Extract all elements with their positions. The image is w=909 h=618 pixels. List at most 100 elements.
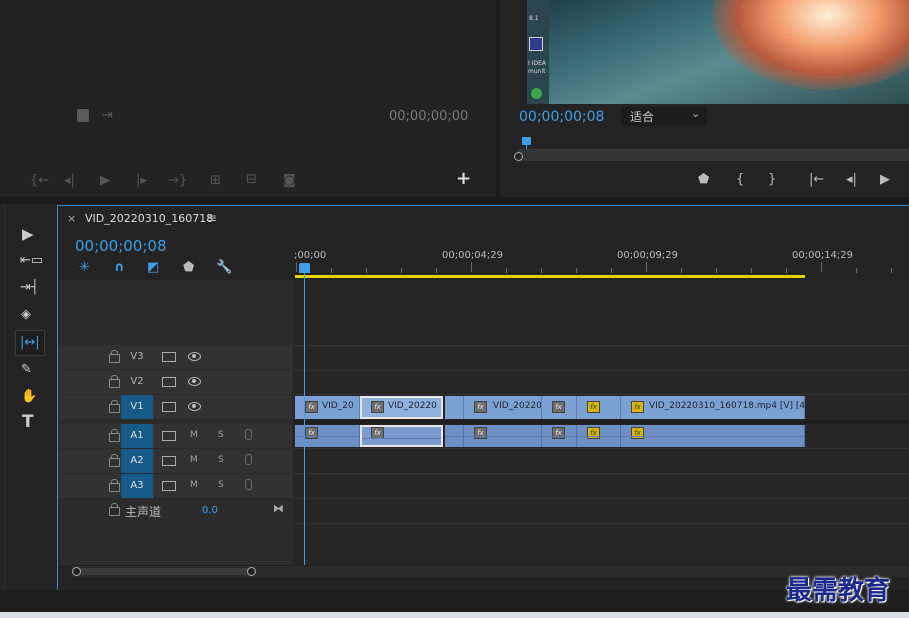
track-target-a3[interactable]: A3 [121,474,153,498]
overwrite-edit-icon[interactable]: ⊟ [246,173,257,187]
camera-icon[interactable]: ◙ [283,174,296,188]
solo-button[interactable]: S [218,430,224,440]
work-area-bar[interactable] [295,275,805,278]
track-target-a1[interactable]: A1 [121,424,153,448]
step-back-icon[interactable]: ◂| [64,174,75,188]
audio-clip[interactable]: fx [464,425,542,447]
lock-icon[interactable] [109,454,120,467]
sync-lock-icon[interactable] [162,431,176,441]
slip-tool-button[interactable]: |↔| [15,330,45,356]
wrench-icon[interactable]: 🔧 [216,261,232,275]
go-to-in-icon[interactable]: {← [30,174,49,188]
play-icon[interactable]: ▶ [100,174,110,188]
lock-icon[interactable] [109,479,120,492]
mute-button[interactable]: M [190,455,198,465]
lock-icon[interactable] [109,503,120,516]
audio-clip[interactable]: fx [577,425,621,447]
timeline-timecode[interactable]: 00;00;00;08 [75,237,167,255]
timeline-zoom-scrollbar[interactable] [72,566,909,577]
eye-icon[interactable] [188,352,201,361]
video-clip[interactable]: fx VID_20220 [464,396,542,419]
eye-icon[interactable] [188,377,201,386]
video-clip[interactable]: fx [577,396,621,419]
mute-button[interactable]: M [190,430,198,440]
sync-lock-icon[interactable] [162,402,176,412]
step-back-icon[interactable]: ◂| [846,173,857,187]
overlay-text-1: 8.1 [529,15,539,22]
lock-icon[interactable] [109,400,120,413]
export-frame-icon[interactable] [77,109,89,122]
go-to-out-icon[interactable]: →} [168,174,187,188]
audio-clip[interactable]: fx [621,425,805,447]
program-scrubber-bar[interactable] [518,150,909,161]
master-volume-value[interactable]: 0.0 [202,505,218,516]
audio-clip-selected[interactable]: fx [360,425,443,447]
clip-label: VID_20 [322,401,354,411]
eye-icon[interactable] [188,402,201,411]
add-marker-icon[interactable]: ⬟ [183,261,194,275]
lane-line [293,420,909,424]
play-icon[interactable]: ▶ [880,173,890,187]
sync-lock-icon[interactable] [162,352,176,362]
video-clip[interactable] [445,396,464,419]
linked-selection-icon[interactable]: ◩ [147,261,159,275]
nest-sequence-icon[interactable]: ✳ [79,261,90,275]
sync-lock-icon[interactable] [162,377,176,387]
timeline-close-icon[interactable]: × [67,212,76,225]
track-header-v3: V3 [58,345,292,369]
mark-in-icon[interactable]: { [736,173,744,187]
sync-lock-icon[interactable] [162,481,176,491]
scrollbar-handle-left[interactable] [72,567,81,576]
insert-edit-icon[interactable]: ⊞ [210,174,221,188]
track-target-v3[interactable]: V3 [121,345,153,369]
solo-button[interactable]: S [218,480,224,490]
go-to-in-icon[interactable]: |← [809,173,824,187]
lock-icon[interactable] [109,429,120,442]
track-header-v1: V1 [58,395,292,419]
overlay-text-2: I IDEA [528,60,546,67]
track-target-v2[interactable]: V2 [121,370,153,394]
selection-tool-icon[interactable]: ▶ [22,227,34,242]
lane-line [293,473,909,474]
audio-clip[interactable] [445,425,464,447]
track-target-v1[interactable]: V1 [121,395,153,419]
program-scrubber-handle[interactable] [514,152,523,161]
razor-tool-icon[interactable]: ◈ [21,308,31,322]
ripple-edit-tool-icon[interactable]: ⇥┤ [20,281,39,295]
track-select-tool-icon[interactable]: ⇤▭ [20,254,43,268]
microphone-icon[interactable] [245,454,252,465]
type-tool-icon[interactable]: T [22,414,34,431]
scrollbar-thumb[interactable] [75,568,255,575]
hand-tool-icon[interactable]: ✋ [21,390,37,404]
step-forward-icon[interactable]: |▸ [136,174,147,188]
go-to-end-icon[interactable]: ⧓ [273,502,284,515]
track-target-a2[interactable]: A2 [121,449,153,473]
insert-icon[interactable]: ⇥ [102,109,113,123]
waveform [542,436,576,437]
microphone-icon[interactable] [245,429,252,440]
waveform [621,436,804,437]
mark-out-icon[interactable]: } [768,173,776,187]
track-header-master: 主声道 0.0 ⧓ [58,499,292,523]
add-button-icon[interactable]: + [456,170,471,188]
panel-menu-icon[interactable]: ≡ [207,211,217,225]
solo-button[interactable]: S [218,455,224,465]
audio-clip[interactable]: fx [542,425,577,447]
video-clip[interactable]: fx VID_20220310_160718.mp4 [V] [45. [621,396,805,419]
lock-icon[interactable] [109,350,120,363]
microphone-icon[interactable] [245,479,252,490]
add-marker-icon[interactable]: ⬟ [698,173,709,187]
pen-tool-icon[interactable]: ✎ [21,363,32,377]
sync-lock-icon[interactable] [162,456,176,466]
scrollbar-handle-right[interactable] [247,567,256,576]
sequence-tab-title[interactable]: VID_20220310_160718 [85,212,213,225]
video-preview: 8.1 I IDEA munit [527,0,909,104]
lock-icon[interactable] [109,375,120,388]
video-clip-selected[interactable]: fx VID_20220 [360,396,443,419]
fit-dropdown[interactable]: 适合 ⌄ [621,107,707,126]
mute-button[interactable]: M [190,480,198,490]
video-clip[interactable]: fx [542,396,577,419]
ruler-tick [366,268,367,273]
fx-badge-icon: fx [587,401,600,413]
snap-icon[interactable]: ∩ [114,261,125,275]
